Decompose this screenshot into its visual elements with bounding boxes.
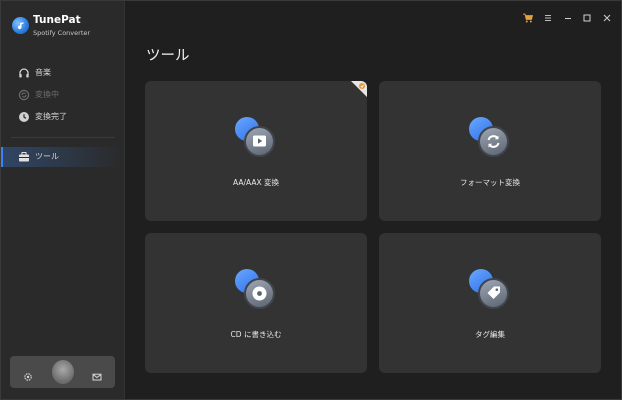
avatar[interactable] bbox=[52, 360, 74, 384]
disc-icon bbox=[252, 286, 267, 301]
tool-label: CD に書き込む bbox=[230, 330, 282, 339]
tool-card-tag-edit[interactable]: タグ編集 bbox=[379, 233, 601, 373]
cart-icon[interactable] bbox=[522, 9, 534, 23]
play-icon bbox=[253, 135, 266, 147]
tool-icon bbox=[235, 269, 279, 313]
page-title: ツール bbox=[146, 48, 190, 64]
sidebar-item-converted[interactable]: 変換完了 bbox=[1, 107, 123, 127]
app-window: TunePat Spotify Converter 音楽 変換中 変換完了 ツー… bbox=[0, 0, 622, 400]
sidebar-divider bbox=[11, 137, 115, 138]
converting-icon bbox=[18, 89, 30, 101]
tag-icon bbox=[487, 286, 500, 299]
brand: TunePat Spotify Converter bbox=[11, 14, 121, 44]
close-icon[interactable] bbox=[601, 9, 613, 22]
tool-card-cd-burn[interactable]: CD に書き込む bbox=[145, 233, 367, 373]
sidebar-item-tools[interactable]: ツール bbox=[1, 147, 123, 167]
clock-icon bbox=[18, 111, 30, 123]
tool-icon bbox=[469, 269, 513, 313]
tool-icon bbox=[235, 117, 279, 161]
tool-label: AA/AAX 変換 bbox=[233, 178, 279, 187]
headphones-icon bbox=[18, 67, 30, 79]
app-name: TunePat bbox=[33, 14, 81, 26]
sidebar-item-label: 変換中 bbox=[35, 90, 59, 99]
tool-icon bbox=[469, 117, 513, 161]
sidebar-item-label: 変換完了 bbox=[35, 112, 67, 121]
mail-icon[interactable] bbox=[92, 367, 102, 381]
menu-icon[interactable] bbox=[542, 9, 554, 21]
logo-icon bbox=[12, 17, 29, 34]
app-subtitle: Spotify Converter bbox=[33, 29, 91, 37]
sidebar-bottom-bar bbox=[10, 356, 115, 388]
tool-card-format-convert[interactable]: フォーマット変換 bbox=[379, 81, 601, 221]
gear-icon[interactable] bbox=[23, 367, 33, 381]
minimize-icon[interactable] bbox=[562, 9, 574, 21]
sidebar-item-label: ツール bbox=[35, 152, 59, 161]
maximize-icon[interactable] bbox=[581, 9, 593, 22]
corner-badge-icon bbox=[351, 81, 367, 97]
tool-label: フォーマット変換 bbox=[460, 178, 520, 187]
refresh-icon bbox=[487, 135, 500, 148]
tool-label: タグ編集 bbox=[475, 330, 505, 339]
toolbox-icon bbox=[18, 151, 30, 163]
sidebar-item-label: 音楽 bbox=[35, 68, 51, 77]
sidebar-item-converting[interactable]: 変換中 bbox=[1, 85, 123, 105]
sidebar: TunePat Spotify Converter 音楽 変換中 変換完了 ツー… bbox=[1, 1, 125, 399]
sidebar-item-music[interactable]: 音楽 bbox=[1, 63, 123, 83]
tool-card-aa-aax[interactable]: AA/AAX 変換 bbox=[145, 81, 367, 221]
